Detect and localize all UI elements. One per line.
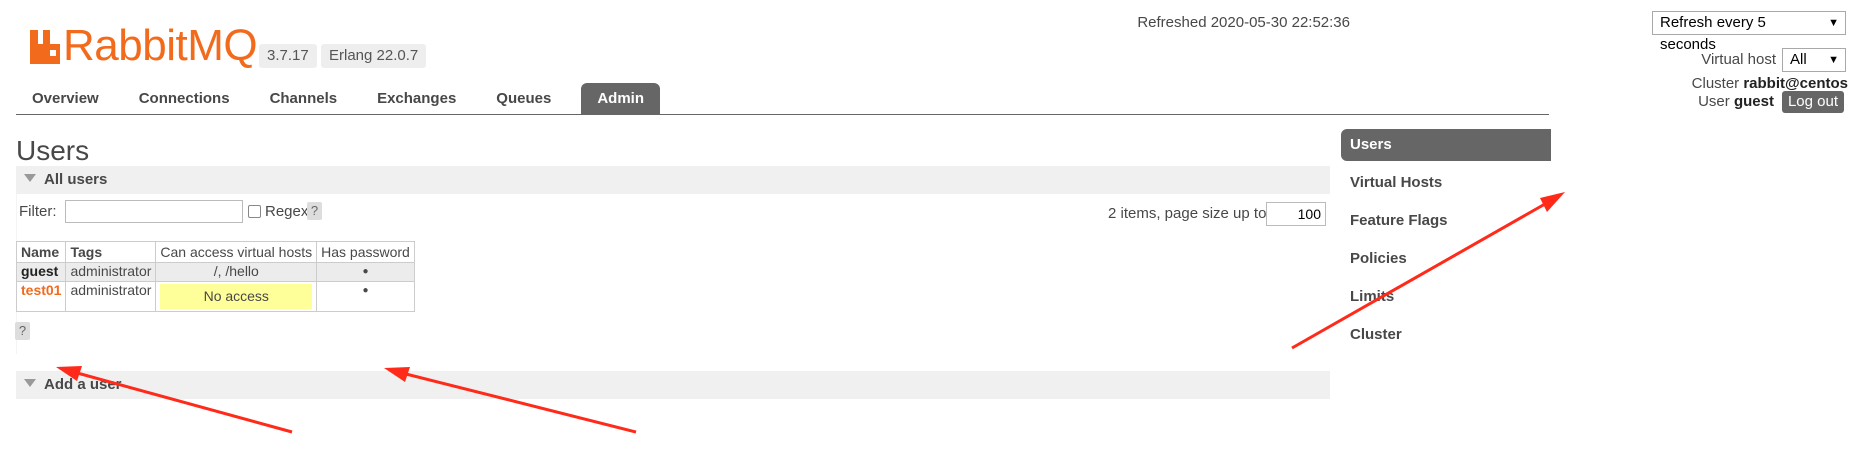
- page-size-text: 2 items, page size up to: [1108, 205, 1267, 222]
- sidebar-item-virtual-hosts[interactable]: Virtual Hosts: [1341, 167, 1551, 199]
- regex-label: Regex: [265, 203, 309, 220]
- user-name-link[interactable]: test01: [21, 282, 61, 298]
- logo-text: RabbitMQ: [63, 21, 258, 70]
- sidebar-item-policies[interactable]: Policies: [1341, 243, 1551, 275]
- add-user-section-toggle[interactable]: Add a user: [16, 371, 1330, 399]
- current-user-text: User guest: [1698, 90, 1774, 114]
- users-table: Name Tags Can access virtual hosts Has p…: [15, 241, 415, 312]
- rabbitmq-logo-icon: [30, 30, 60, 64]
- all-users-heading: All users: [44, 171, 108, 188]
- column-header-has-password: Has password: [316, 241, 415, 263]
- user-vhosts-cell: /, /hello: [155, 262, 318, 282]
- user-name-cell: test01: [15, 281, 67, 312]
- filter-help-button[interactable]: ?: [307, 202, 322, 220]
- refresh-interval-value: Refresh every 5 seconds: [1660, 14, 1766, 53]
- user-label: User: [1698, 93, 1730, 110]
- user-vhosts-cell: No access: [155, 281, 318, 312]
- virtual-host-label: Virtual host: [1701, 51, 1776, 68]
- tab-connections[interactable]: Connections: [123, 83, 246, 115]
- user-tags-cell: administrator: [65, 262, 157, 282]
- tab-exchanges[interactable]: Exchanges: [361, 83, 472, 115]
- admin-sidebar: Users Virtual Hosts Feature Flags Polici…: [1341, 129, 1551, 357]
- user-info: User guest Log out: [1698, 90, 1844, 114]
- add-user-heading: Add a user: [44, 376, 122, 393]
- current-user-name: guest: [1733, 93, 1774, 110]
- filter-input[interactable]: [65, 200, 243, 223]
- tab-queues[interactable]: Queues: [480, 83, 567, 115]
- table-help-button[interactable]: ?: [15, 322, 30, 340]
- column-header-vhosts: Can access virtual hosts: [155, 241, 318, 263]
- refresh-interval-select[interactable]: Refresh every 5 seconds ▼: [1652, 11, 1846, 53]
- user-name[interactable]: guest: [21, 263, 58, 279]
- table-row: test01 administrator No access ●: [15, 281, 415, 312]
- all-users-section-toggle[interactable]: All users: [16, 166, 1330, 194]
- tab-divider: [16, 114, 1549, 115]
- tab-admin[interactable]: Admin: [581, 83, 660, 115]
- virtual-host-value: All: [1790, 51, 1807, 68]
- page-size-input[interactable]: [1266, 202, 1326, 226]
- dropdown-arrow-icon: ▼: [1828, 17, 1839, 29]
- no-access-warning: No access: [160, 284, 313, 309]
- main-nav-tabs: Overview Connections Channels Exchanges …: [16, 81, 668, 115]
- column-header-tags[interactable]: Tags: [65, 241, 157, 263]
- table-header-row: Name Tags Can access virtual hosts Has p…: [15, 241, 415, 263]
- has-password-indicator: ●: [316, 281, 415, 312]
- refreshed-timestamp: Refreshed 2020-05-30 22:52:36: [1137, 14, 1350, 31]
- tab-channels[interactable]: Channels: [254, 83, 354, 115]
- regex-checkbox[interactable]: [248, 205, 261, 218]
- rabbitmq-logo[interactable]: RabbitMQ TM: [30, 18, 272, 70]
- has-password-indicator: ●: [316, 262, 415, 282]
- version-badge: 3.7.17: [259, 44, 317, 68]
- dropdown-arrow-icon: ▼: [1828, 54, 1839, 66]
- erlang-version-badge: Erlang 22.0.7: [321, 44, 427, 68]
- filter-label: Filter:: [19, 203, 57, 220]
- user-tags-cell: administrator: [65, 281, 157, 312]
- tab-overview[interactable]: Overview: [16, 83, 115, 115]
- logout-button[interactable]: Log out: [1781, 91, 1844, 113]
- sidebar-item-cluster[interactable]: Cluster: [1341, 319, 1551, 351]
- table-row: guest administrator /, /hello ●: [15, 262, 415, 282]
- collapse-triangle-icon: [24, 174, 36, 182]
- sidebar-item-feature-flags[interactable]: Feature Flags: [1341, 205, 1551, 237]
- column-header-name[interactable]: Name: [15, 241, 67, 263]
- sidebar-item-limits[interactable]: Limits: [1341, 281, 1551, 313]
- virtual-host-select[interactable]: All ▼: [1782, 48, 1846, 72]
- user-name-cell: guest: [15, 262, 67, 282]
- sidebar-item-users[interactable]: Users: [1341, 129, 1551, 161]
- page-title: Users: [16, 135, 90, 166]
- collapse-triangle-icon: [24, 379, 36, 387]
